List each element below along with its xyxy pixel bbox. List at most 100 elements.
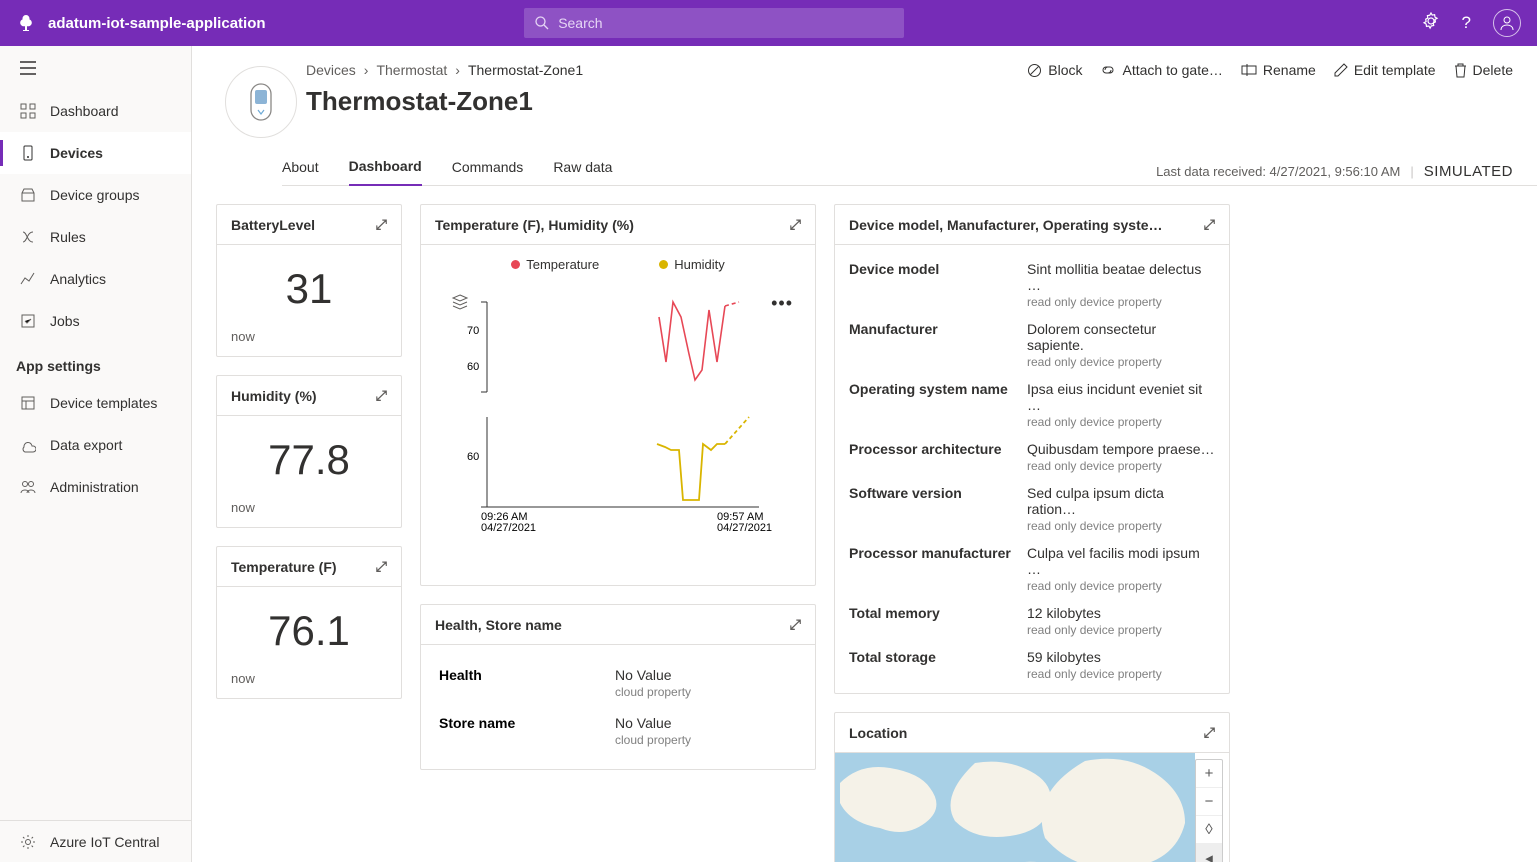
help-icon[interactable]: ? (1462, 13, 1471, 33)
expand-icon[interactable]: ⤢ (376, 216, 387, 233)
expand-icon[interactable]: ⤢ (1204, 724, 1215, 741)
chart-menu-icon[interactable]: ••• (771, 293, 793, 314)
breadcrumb-item: Thermostat-Zone1 (468, 62, 583, 78)
property-value: Sed culpa ipsum dicta ration…read only d… (1027, 485, 1215, 533)
analytics-icon (20, 271, 36, 287)
map-zoom-out[interactable]: − (1196, 788, 1222, 816)
expand-icon[interactable]: ⤢ (1204, 216, 1215, 233)
sidebar-item-devices[interactable]: Devices (0, 132, 191, 174)
sidebar-item-label: Administration (50, 479, 139, 495)
sidebar-section-header: App settings (0, 342, 191, 382)
search-icon (534, 15, 550, 31)
trash-icon (1454, 63, 1467, 78)
block-icon (1027, 63, 1042, 78)
map-layers[interactable]: ◂ (1196, 844, 1222, 862)
breadcrumb-item[interactable]: Thermostat (376, 62, 447, 78)
expand-icon[interactable]: ⤢ (376, 387, 387, 404)
layers-icon[interactable] (451, 293, 469, 316)
property-value: No Valuecloud property (615, 667, 797, 699)
property-row: Operating system name Ipsa eius incidunt… (849, 375, 1215, 435)
property-row: Processor manufacturer Culpa vel facilis… (849, 539, 1215, 599)
svg-text:04/27/2021: 04/27/2021 (481, 522, 536, 532)
settings-icon[interactable] (1422, 12, 1440, 35)
device-avatar (225, 66, 297, 138)
user-avatar[interactable] (1493, 9, 1521, 37)
devices-icon (20, 145, 36, 161)
sidebar: Dashboard Devices Device groups Rules An… (0, 46, 192, 862)
sidebar-item-dashboard[interactable]: Dashboard (0, 90, 191, 132)
tile-value: 77.8 (217, 416, 401, 500)
sidebar-item-label: Azure IoT Central (50, 834, 159, 850)
tab-commands[interactable]: Commands (452, 159, 524, 185)
pencil-icon (1334, 63, 1348, 77)
tile-value: 76.1 (217, 587, 401, 671)
breadcrumb-item[interactable]: Devices (306, 62, 356, 78)
map[interactable]: Ocean Atlantic Ocean + − ◊ ◂ ⛶ (835, 753, 1229, 862)
tab-raw-data[interactable]: Raw data (553, 159, 612, 185)
search-placeholder: Search (558, 15, 602, 31)
property-row: Software version Sed culpa ipsum dicta r… (849, 479, 1215, 539)
svg-text:70: 70 (467, 325, 479, 337)
sidebar-item-data-export[interactable]: Data export (0, 424, 191, 466)
tile-title: BatteryLevel (231, 217, 315, 233)
tree-icon (16, 13, 36, 33)
property-value: Culpa vel facilis modi ipsum …read only … (1027, 545, 1215, 593)
property-value: Ipsa eius incidunt eveniet sit …read onl… (1027, 381, 1215, 429)
sidebar-item-administration[interactable]: Administration (0, 466, 191, 508)
property-value: Sint mollitia beatae delectus …read only… (1027, 261, 1215, 309)
map-pitch[interactable]: ◊ (1196, 816, 1222, 844)
device-groups-icon (20, 187, 36, 203)
link-icon (1100, 63, 1116, 77)
sidebar-item-analytics[interactable]: Analytics (0, 258, 191, 300)
sidebar-item-rules[interactable]: Rules (0, 216, 191, 258)
block-button[interactable]: Block (1027, 62, 1082, 78)
svg-text:60: 60 (467, 451, 479, 463)
hamburger-icon[interactable] (0, 46, 191, 90)
tile-title: Humidity (%) (231, 388, 317, 404)
thermostat-icon (250, 83, 272, 121)
property-value: 12 kilobytesread only device property (1027, 605, 1215, 637)
tab-dashboard[interactable]: Dashboard (349, 158, 422, 186)
delete-button[interactable]: Delete (1454, 62, 1513, 78)
tile-footer: now (217, 329, 401, 356)
property-row: Store name No Valuecloud property (439, 707, 797, 755)
property-value: No Valuecloud property (615, 715, 797, 747)
tile-title: Temperature (F), Humidity (%) (435, 217, 634, 233)
sidebar-item-label: Device templates (50, 395, 157, 411)
expand-icon[interactable]: ⤢ (376, 558, 387, 575)
app-logo[interactable]: adatum-iot-sample-application (16, 13, 266, 33)
property-row: Manufacturer Dolorem consectetur sapient… (849, 315, 1215, 375)
property-key: Processor architecture (849, 441, 1027, 473)
tile-title: Health, Store name (435, 617, 562, 633)
property-value: Quibusdam tempore praese…read only devic… (1027, 441, 1215, 473)
sidebar-item-device-templates[interactable]: Device templates (0, 382, 191, 424)
property-key: Software version (849, 485, 1027, 533)
page-title: Thermostat-Zone1 (306, 86, 1513, 117)
property-key: Total memory (849, 605, 1027, 637)
edit-template-button[interactable]: Edit template (1334, 62, 1436, 78)
sidebar-bottom-link[interactable]: Azure IoT Central (0, 820, 191, 862)
rename-button[interactable]: Rename (1241, 62, 1316, 78)
property-value: Dolorem consectetur sapiente.read only d… (1027, 321, 1215, 369)
tile-properties: Device model, Manufacturer, Operating sy… (834, 204, 1230, 694)
map-zoom-in[interactable]: + (1196, 760, 1222, 788)
sidebar-item-jobs[interactable]: Jobs (0, 300, 191, 342)
property-key: Processor manufacturer (849, 545, 1027, 593)
expand-icon[interactable]: ⤢ (790, 216, 801, 233)
property-key: Device model (849, 261, 1027, 309)
tabs: About Dashboard Commands Raw data Last d… (282, 158, 1537, 186)
sidebar-item-label: Device groups (50, 187, 140, 203)
jobs-icon (20, 313, 36, 329)
tile-battery: BatteryLevel⤢ 31 now (216, 204, 402, 357)
chart-plot: 70 60 60 09:26 AM 04/27/ (459, 282, 789, 532)
gear-icon (20, 834, 36, 850)
tab-about[interactable]: About (282, 159, 319, 185)
expand-icon[interactable]: ⤢ (790, 616, 801, 633)
sidebar-item-device-groups[interactable]: Device groups (0, 174, 191, 216)
search-input[interactable]: Search (524, 8, 904, 38)
property-row: Processor architecture Quibusdam tempore… (849, 435, 1215, 479)
map-controls: + − ◊ ◂ ⛶ (1195, 759, 1223, 862)
attach-button[interactable]: Attach to gate… (1100, 62, 1222, 78)
tile-footer: now (217, 671, 401, 698)
tile-footer: now (217, 500, 401, 527)
